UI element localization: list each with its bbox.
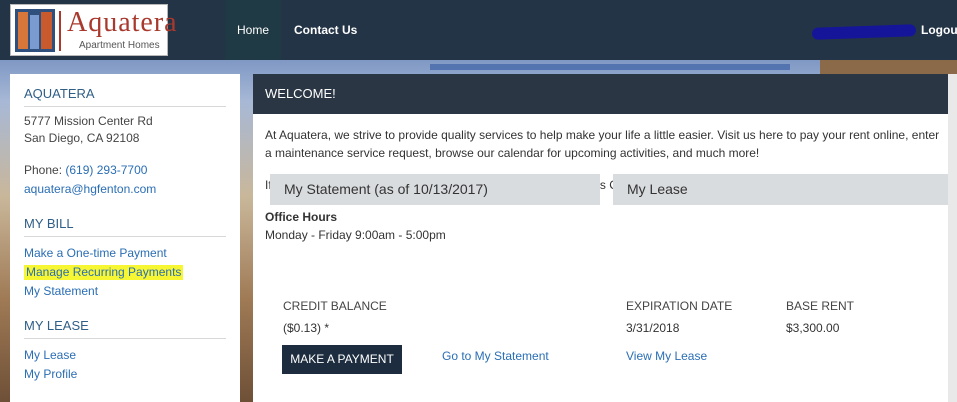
credit-balance-value: ($0.13) * — [283, 321, 330, 335]
lease-card-header: My Lease — [613, 174, 948, 205]
expiration-date-label: EXPIRATION DATE — [626, 299, 733, 313]
aquatera-logo[interactable]: Aquatera Apartment Homes — [10, 4, 177, 56]
sidebar: AQUATERA 5777 Mission Center Rd San Dieg… — [10, 74, 240, 402]
address-line1: 5777 Mission Center Rd — [24, 114, 153, 128]
logo-building-icon — [15, 9, 55, 52]
expiration-date-value: 3/31/2018 — [626, 321, 680, 335]
address-line2: San Diego, CA 92108 — [24, 131, 140, 145]
phone-row: Phone: (619) 293-7700 — [24, 161, 226, 180]
nav-logout-link[interactable]: Logout — [921, 0, 957, 60]
right-edge-strip — [948, 74, 957, 402]
email-link[interactable]: aquatera@hgfenton.com — [24, 180, 226, 199]
base-rent-value: $3,300.00 — [786, 321, 840, 335]
background-streak — [430, 64, 790, 70]
make-payment-button[interactable]: MAKE A PAYMENT — [282, 345, 402, 374]
my-lease-heading: MY LEASE — [24, 318, 226, 339]
office-hours-value: Monday - Friday 9:00am - 5:00pm — [265, 228, 446, 242]
phone-link[interactable]: (619) 293-7700 — [65, 163, 147, 177]
phone-label: Phone: — [24, 163, 63, 177]
sidebar-item-my-lease[interactable]: My Lease — [24, 346, 226, 365]
property-heading: AQUATERA — [24, 86, 226, 107]
logo-subtitle: Apartment Homes — [79, 40, 160, 51]
logo-name: Aquatera — [67, 7, 178, 38]
nav-contact-link[interactable]: Contact Us — [294, 0, 357, 60]
background-roof — [820, 60, 957, 74]
sidebar-item-my-profile[interactable]: My Profile — [24, 365, 226, 384]
base-rent-label: BASE RENT — [786, 299, 855, 313]
office-hours-title: Office Hours — [265, 210, 338, 224]
go-to-statement-link[interactable]: Go to My Statement — [442, 349, 549, 363]
sidebar-item-my-statement[interactable]: My Statement — [24, 282, 226, 301]
sidebar-item-one-time-payment[interactable]: Make a One-time Payment — [24, 244, 226, 263]
sidebar-item-manage-recurring-payments[interactable]: Manage Recurring Payments — [24, 265, 184, 280]
my-bill-heading: MY BILL — [24, 216, 226, 237]
nav-home-link[interactable]: Home — [225, 0, 281, 60]
logo-divider — [59, 11, 61, 51]
welcome-header: WELCOME! — [253, 74, 957, 114]
credit-balance-label: CREDIT BALANCE — [283, 299, 387, 313]
view-my-lease-link[interactable]: View My Lease — [626, 349, 707, 363]
statement-card-header: My Statement (as of 10/13/2017) — [270, 174, 600, 205]
intro-paragraph-1: At Aquatera, we strive to provide qualit… — [265, 128, 940, 160]
